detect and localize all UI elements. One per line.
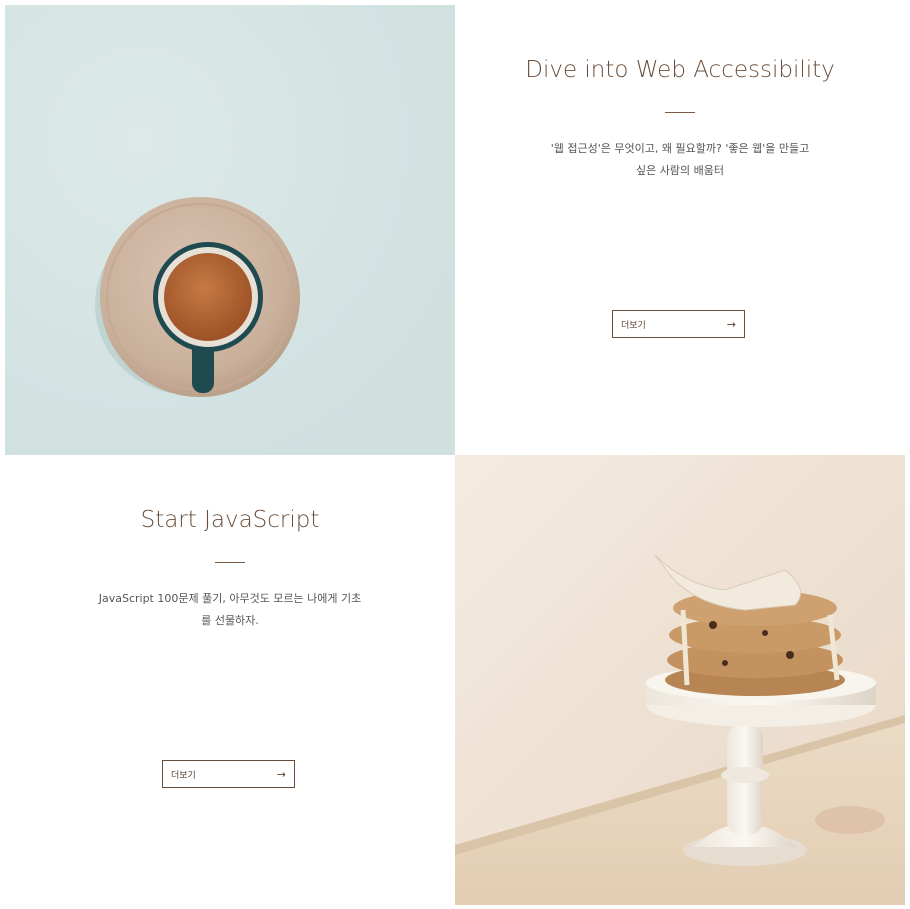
card-grid: Dive into Web Accessibility '웹 접근성'은 무엇이… bbox=[5, 5, 905, 905]
card-title: Start JavaScript bbox=[140, 507, 320, 533]
more-button-label: 더보기 bbox=[171, 770, 196, 781]
card-title: Dive into Web Accessibility bbox=[525, 57, 835, 83]
divider bbox=[665, 112, 695, 113]
card-web-accessibility: Dive into Web Accessibility '웹 접근성'은 무엇이… bbox=[455, 5, 905, 455]
cookie-stand-illustration bbox=[455, 455, 905, 905]
more-button-label: 더보기 bbox=[621, 320, 646, 331]
coffee-cup-illustration bbox=[5, 5, 455, 455]
more-button[interactable]: 더보기 → bbox=[612, 310, 745, 338]
divider bbox=[215, 562, 245, 563]
card-description: JavaScript 100문제 풀기, 아무것도 모르는 나에게 기초를 선물… bbox=[98, 592, 362, 627]
card-start-javascript: Start JavaScript JavaScript 100문제 풀기, 아무… bbox=[5, 455, 455, 905]
cookie-image bbox=[455, 455, 905, 905]
more-button[interactable]: 더보기 → bbox=[162, 760, 295, 788]
coffee-image bbox=[5, 5, 455, 455]
arrow-right-icon: → bbox=[726, 317, 736, 331]
arrow-right-icon: → bbox=[276, 767, 286, 781]
card-description: '웹 접근성'은 무엇이고, 왜 필요할까? '좋은 웹'을 만들고 싶은 사람… bbox=[550, 142, 810, 177]
